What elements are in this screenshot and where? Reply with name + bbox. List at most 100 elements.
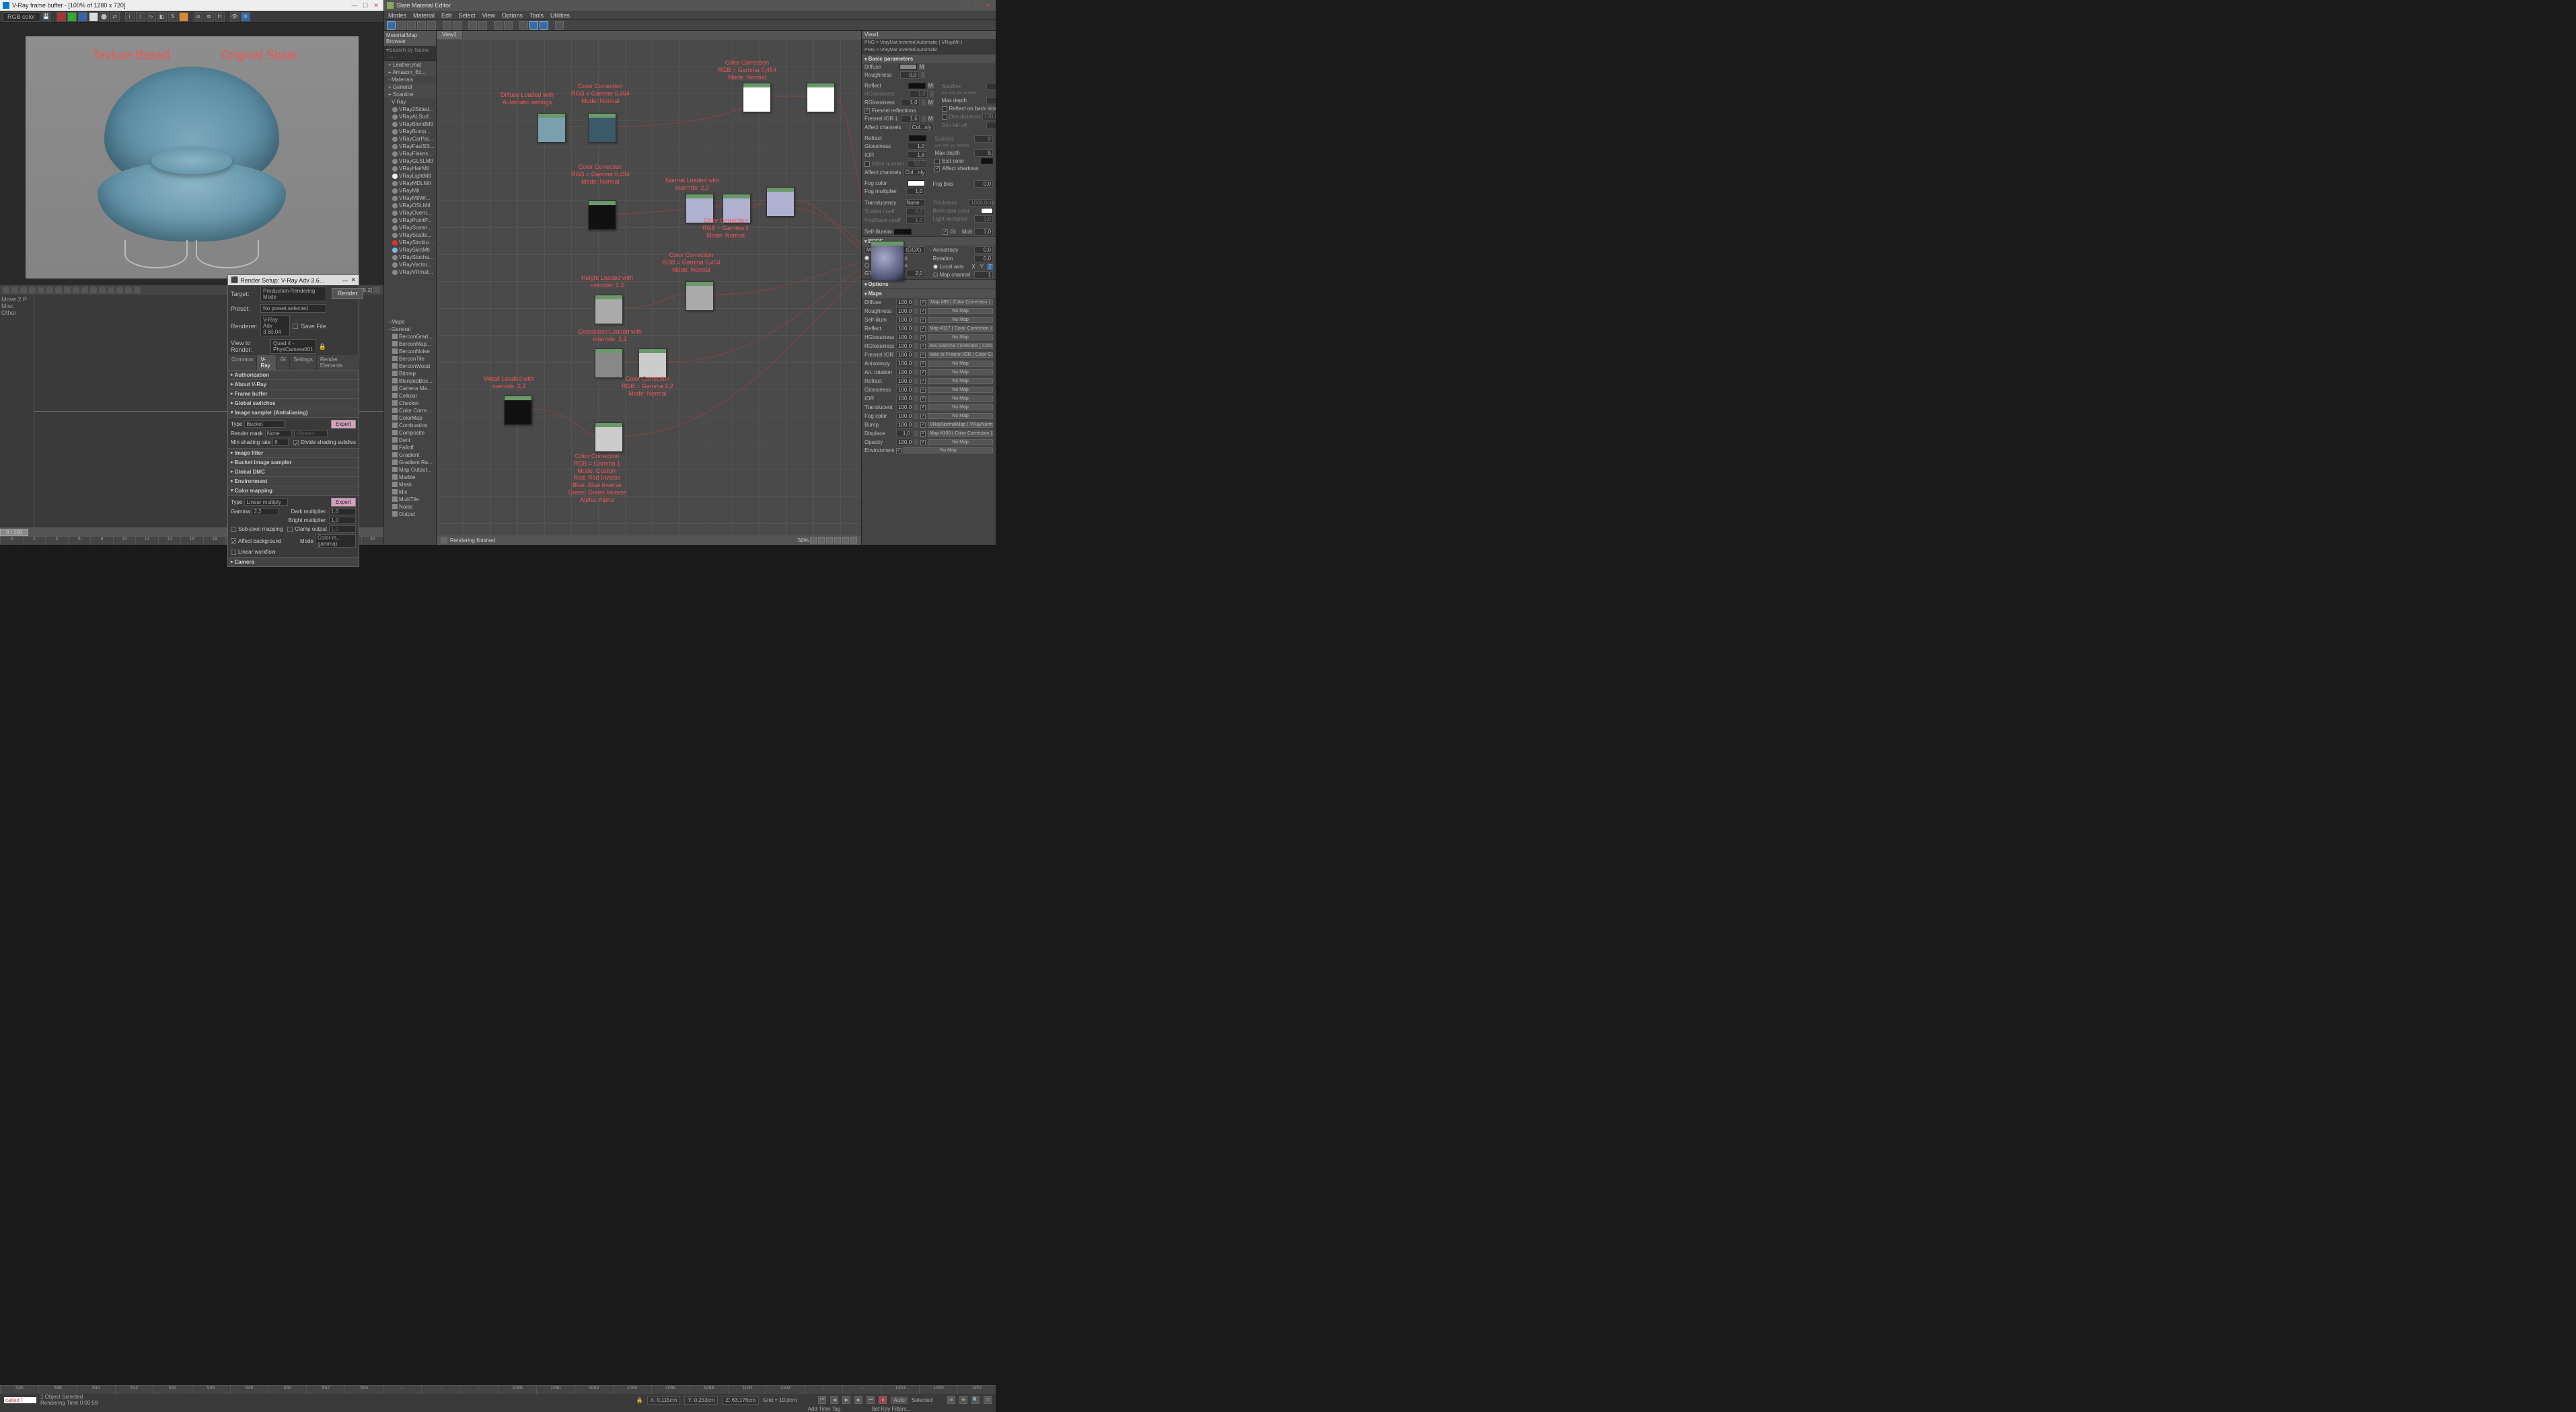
levels-icon[interactable]: ↕: [136, 12, 145, 22]
map-item[interactable]: Color Corre...: [384, 407, 436, 414]
map-item[interactable]: Output: [384, 511, 436, 518]
renderer-dropdown[interactable]: V-Ray Adv 3.60.04: [260, 315, 290, 336]
curve-tool-icon[interactable]: [90, 287, 97, 293]
material-item[interactable]: VRayStocha...: [384, 254, 436, 261]
min-shading-input[interactable]: 6: [272, 439, 289, 446]
maximize-button[interactable]: ☐: [361, 1, 370, 9]
map-enable-checkbox[interactable]: [920, 422, 926, 428]
map-item[interactable]: Combustion: [384, 422, 436, 429]
view-dropdown[interactable]: Quad 4 - PhysCamera001: [270, 339, 316, 354]
coord-z[interactable]: Z: 63,176cm: [722, 1396, 758, 1405]
spinner-icon[interactable]: [922, 100, 926, 106]
rollout-image-filter[interactable]: Image filter: [228, 448, 359, 457]
history-icon[interactable]: H: [215, 12, 225, 22]
alpha-channel-icon[interactable]: [89, 12, 98, 22]
material-item[interactable]: VRayVRmat...: [384, 268, 436, 276]
map-amount-input[interactable]: 100,0: [896, 325, 912, 332]
goto-start-icon[interactable]: ⏮: [818, 1396, 826, 1404]
curve-tool-icon[interactable]: [64, 287, 71, 293]
spinner-icon[interactable]: [914, 326, 918, 332]
clamp-input[interactable]: 1,0: [329, 525, 356, 533]
maximize-button[interactable]: ☐: [973, 1, 982, 9]
mode-dropdown[interactable]: Color m... gamma): [316, 534, 356, 548]
save-icon[interactable]: 💾: [42, 12, 51, 22]
graph-node[interactable]: [504, 396, 532, 425]
material-item[interactable]: VRayPointP...: [384, 217, 436, 224]
view-tab[interactable]: View1: [437, 31, 463, 39]
graph-node[interactable]: [686, 281, 714, 311]
spinner-icon[interactable]: [914, 334, 918, 340]
lens-icon[interactable]: 👁: [230, 12, 240, 22]
map-item[interactable]: Noise: [384, 503, 436, 511]
lock-icon[interactable]: L: [895, 116, 898, 122]
map-slot-button[interactable]: Map #96 ( Color Correction ): [928, 299, 993, 305]
region-zoom-icon[interactable]: [842, 537, 849, 544]
axis-y[interactable]: Y: [979, 264, 985, 270]
rollout-color-mapping[interactable]: Color mapping: [228, 486, 359, 495]
menu-view[interactable]: View: [482, 12, 495, 19]
map-item[interactable]: Composite: [384, 429, 436, 437]
grid-icon[interactable]: [540, 21, 548, 30]
map-amount-input[interactable]: 100,0: [896, 421, 912, 429]
map-enable-checkbox[interactable]: [920, 300, 926, 305]
map-m-button[interactable]: M: [919, 64, 925, 70]
map-enable-checkbox[interactable]: [920, 379, 926, 384]
tree-item[interactable]: Move 2 P: [1, 296, 32, 303]
copy-icon[interactable]: ⧉: [205, 12, 214, 22]
tab-gi[interactable]: GI: [277, 355, 289, 370]
minimize-button[interactable]: —: [962, 1, 971, 9]
play-icon[interactable]: ▶: [842, 1396, 850, 1404]
map-m-button[interactable]: M: [928, 100, 934, 106]
graph-node[interactable]: [807, 83, 835, 112]
diffuse-swatch[interactable]: [899, 64, 917, 70]
savefile-checkbox[interactable]: [293, 324, 298, 329]
map-enable-checkbox[interactable]: [920, 440, 926, 445]
pick-tool-icon[interactable]: [397, 21, 406, 30]
rollout-framebuffer[interactable]: Frame buffer: [228, 389, 359, 398]
material-item[interactable]: VRayHairMtl: [384, 165, 436, 172]
map-item[interactable]: BerconWood: [384, 363, 436, 370]
browser-search[interactable]: Search by Name ...: [384, 46, 436, 61]
spinner-icon[interactable]: [914, 378, 918, 384]
material-item[interactable]: VRayMtl: [384, 187, 436, 194]
curve-tool-icon[interactable]: [46, 287, 53, 293]
map-item[interactable]: BlendedBox...: [384, 377, 436, 385]
cat-materials[interactable]: Materials: [384, 76, 436, 83]
maxscript-input[interactable]: called f: [4, 1397, 36, 1403]
map-slot-button[interactable]: No Map: [928, 404, 993, 410]
delete-icon[interactable]: [417, 21, 426, 30]
lib-leather[interactable]: Leather.mat: [384, 61, 436, 69]
lock-icon[interactable]: 🔒: [636, 1397, 643, 1403]
map-slot-button[interactable]: No Map: [904, 447, 993, 453]
material-item[interactable]: VRayMDLMtl: [384, 180, 436, 187]
map-slot-button[interactable]: tallic to Fresnel IOR ( Color Correcti: [928, 352, 993, 358]
exit-swatch[interactable]: [981, 158, 993, 164]
tab-common[interactable]: Common: [228, 355, 257, 370]
menu-utilities[interactable]: Utilities: [550, 12, 570, 19]
curves-icon[interactable]: ∿: [147, 12, 156, 22]
spinner-icon[interactable]: [921, 72, 925, 78]
fresnelIOR-input[interactable]: 1,6: [901, 115, 920, 122]
goto-end-icon[interactable]: ⏭: [867, 1396, 875, 1404]
map-amount-input[interactable]: 100,0: [896, 377, 912, 385]
map-enable-checkbox[interactable]: [920, 318, 926, 323]
map-slot-button[interactable]: No Map: [928, 317, 993, 323]
material-item[interactable]: VRayLightMtl: [384, 172, 436, 180]
rgloss-input[interactable]: 1,0: [901, 99, 920, 106]
backcol-swatch[interactable]: [981, 208, 993, 214]
map-amount-input[interactable]: 100,0: [896, 369, 912, 376]
reflect-swatch[interactable]: [908, 83, 926, 89]
map-item[interactable]: Mask: [384, 481, 436, 488]
dimdist-input[interactable]: 100,0cm: [982, 113, 996, 120]
breadcrumb[interactable]: PNG > VrayMat inverted Automatic: [862, 46, 996, 54]
menu-material[interactable]: Material: [413, 12, 435, 19]
curve-tool-icon[interactable]: [125, 287, 132, 293]
subdivs2-input[interactable]: 8: [974, 135, 993, 143]
map-slot-button[interactable]: No Map: [928, 378, 993, 384]
affch-dropdown[interactable]: Col...nly: [910, 124, 934, 131]
map-enable-checkbox[interactable]: [920, 352, 926, 358]
curve-tool-icon[interactable]: [116, 287, 123, 293]
dark-mult-input[interactable]: 1,0: [329, 508, 356, 515]
fog-swatch[interactable]: [908, 180, 925, 186]
map-slot-button[interactable]: Map #100 ( Color Correction ): [928, 431, 993, 437]
